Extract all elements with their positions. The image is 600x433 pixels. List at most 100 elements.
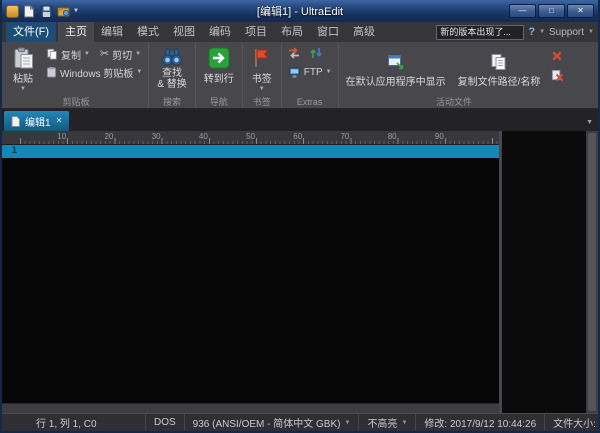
copy-icon [46, 48, 58, 60]
ribbon-tab-window[interactable]: 窗口 [310, 22, 346, 42]
ultraedit-window: [编辑1] - UltraEdit ▼ — □ ✕ 文件(F) 主页 编辑 模式… [0, 0, 600, 433]
ribbon-tab-advanced[interactable]: 高级 [346, 22, 382, 42]
ruler: 10 20 30 40 50 60 70 80 90 [2, 131, 499, 145]
ruler-mark: 50 [246, 131, 256, 143]
ribbon-tab-project[interactable]: 项目 [238, 22, 274, 42]
ftp-icon [288, 66, 301, 79]
document-icon [11, 116, 20, 127]
goto-line-icon [208, 47, 230, 69]
ruler-mark: 40 [199, 131, 209, 143]
status-line-ending[interactable]: DOS [146, 414, 185, 431]
horizontal-scrollbar[interactable] [2, 403, 499, 413]
status-bar: 行 1, 列 1, C0 DOS 936 (ANSI/OEM - 简体中文 GB… [2, 413, 598, 431]
group-bookmarks: 书签 ▼ 书签 [243, 43, 282, 108]
cut-caret-icon: ▼ [135, 51, 141, 57]
close-button[interactable]: ✕ [567, 4, 594, 18]
windows-clipboard-caret-icon: ▼ [136, 69, 142, 75]
copy-button[interactable]: 复制 ▼ [42, 46, 94, 62]
find-replace-button[interactable]: 查找 & 替换 [151, 44, 192, 96]
bookmark-flag-icon [251, 47, 273, 69]
status-file-size: 文件大小: 0 [545, 414, 598, 431]
paste-caret-icon: ▼ [20, 86, 26, 92]
window-controls: — □ ✕ [509, 4, 594, 18]
cut-icon: ✂ [100, 49, 109, 60]
encoding-caret-icon: ▼ [344, 420, 350, 426]
ribbon-tab-view[interactable]: 视图 [166, 22, 202, 42]
ftp-caret-icon: ▼ [326, 69, 332, 75]
group-navigation: 转到行 导航 [196, 43, 243, 108]
ribbon-body: 粘贴 ▼ 复制 ▼ ✂ 剪切 [2, 42, 598, 109]
group-active-file: 在默认应用程序中显示 复制文件路径/名称 [339, 43, 570, 108]
clipboard-icon [46, 66, 57, 78]
ribbon-tab-row: 文件(F) 主页 编辑 模式 视图 编码 项目 布局 窗口 高级 新的版本出现了… [2, 22, 598, 42]
sync-arrows-icon [309, 46, 323, 60]
goto-line-button[interactable]: 转到行 [198, 44, 240, 96]
group-label-clipboard: 剪贴板 [6, 96, 146, 108]
update-notification[interactable]: 新的版本出现了... [436, 25, 524, 40]
default-app-window-icon [387, 53, 405, 71]
ribbon-tab-file[interactable]: 文件(F) [6, 22, 56, 42]
group-label-search: 搜索 [151, 96, 192, 108]
ruler-mark: 80 [388, 131, 398, 143]
editor-pane[interactable]: 1 [2, 145, 499, 403]
line-number-gutter: 1 [2, 145, 20, 403]
binoculars-icon [161, 47, 183, 67]
title-bar: [编辑1] - UltraEdit ▼ — □ ✕ [2, 0, 598, 22]
status-modified-time: 修改: 2017/9/12 10:44:26 [416, 414, 545, 431]
ruler-mark: 60 [293, 131, 303, 143]
ruler-mark: 20 [104, 131, 114, 143]
compare-icon [287, 46, 301, 60]
group-search: 查找 & 替换 搜索 [149, 43, 195, 108]
group-label-extras: Extras [284, 96, 336, 108]
bookmark-caret-icon: ▼ [259, 86, 265, 92]
syntax-caret-icon: ▼ [401, 420, 407, 426]
ribbon-tab-encoding[interactable]: 编码 [202, 22, 238, 42]
group-label-navigation: 导航 [198, 96, 240, 108]
document-map[interactable] [502, 131, 586, 413]
document-tab-edit1[interactable]: 编辑1 ✕ [4, 111, 69, 131]
ribbon-tab-mode[interactable]: 模式 [130, 22, 166, 42]
ribbon-right-area: 新的版本出现了... ? ▼ Support ▼ [436, 22, 598, 42]
paste-button[interactable]: 粘贴 ▼ [6, 44, 40, 96]
cut-button[interactable]: ✂ 剪切 ▼ [96, 46, 145, 62]
group-clipboard: 粘贴 ▼ 复制 ▼ ✂ 剪切 [4, 43, 149, 108]
ruler-mark: 30 [152, 131, 162, 143]
document-tab-bar: 编辑1 ✕ ▼ [2, 109, 598, 131]
windows-clipboard-button[interactable]: Windows 剪贴板 ▼ [42, 64, 146, 80]
support-caret-icon[interactable]: ▼ [588, 29, 594, 35]
scrollbar-thumb[interactable] [588, 133, 596, 411]
ruler-mark: 90 [435, 131, 445, 143]
ruler-mark: 70 [340, 131, 350, 143]
show-in-default-app-button[interactable]: 在默认应用程序中显示 [341, 44, 451, 96]
close-all-files-button[interactable] [547, 67, 567, 84]
group-extras: FTP ▼ Extras [282, 43, 339, 108]
help-icon[interactable]: ? [528, 26, 535, 38]
minimize-button[interactable]: — [509, 4, 536, 18]
ribbon-tab-home[interactable]: 主页 [58, 22, 94, 42]
compare-button[interactable] [284, 44, 304, 61]
tab-close-icon[interactable]: ✕ [56, 116, 63, 126]
copy-file-path-button[interactable]: 复制文件路径/名称 [453, 44, 546, 96]
ruler-mark: 10 [57, 131, 67, 143]
copy-caret-icon: ▼ [84, 51, 90, 57]
support-menu[interactable]: Support [549, 27, 584, 38]
bookmark-button[interactable]: 书签 ▼ [245, 44, 279, 96]
copy-path-icon [490, 53, 508, 71]
close-file-button[interactable] [547, 47, 567, 64]
status-position: 行 1, 列 1, C0 [28, 414, 146, 431]
ftp-button[interactable]: FTP ▼ [284, 64, 336, 80]
group-label-bookmarks: 书签 [245, 96, 279, 108]
text-area[interactable] [20, 145, 499, 403]
close-all-files-icon [551, 69, 564, 82]
maximize-button[interactable]: □ [538, 4, 565, 18]
help-caret-icon[interactable]: ▼ [539, 29, 545, 35]
main-area: 10 20 30 40 50 60 70 80 90 1 [2, 131, 598, 413]
ribbon-tab-layout[interactable]: 布局 [274, 22, 310, 42]
tab-list-caret-icon[interactable]: ▼ [586, 119, 593, 126]
vertical-scrollbar[interactable] [586, 131, 598, 413]
ribbon-tab-edit[interactable]: 编辑 [94, 22, 130, 42]
status-encoding[interactable]: 936 (ANSI/OEM - 简体中文 GBK) ▼ [185, 414, 360, 431]
line-number: 1 [2, 145, 17, 158]
sync-button[interactable] [306, 44, 326, 61]
status-syntax-highlight[interactable]: 不高亮 ▼ [359, 414, 416, 431]
